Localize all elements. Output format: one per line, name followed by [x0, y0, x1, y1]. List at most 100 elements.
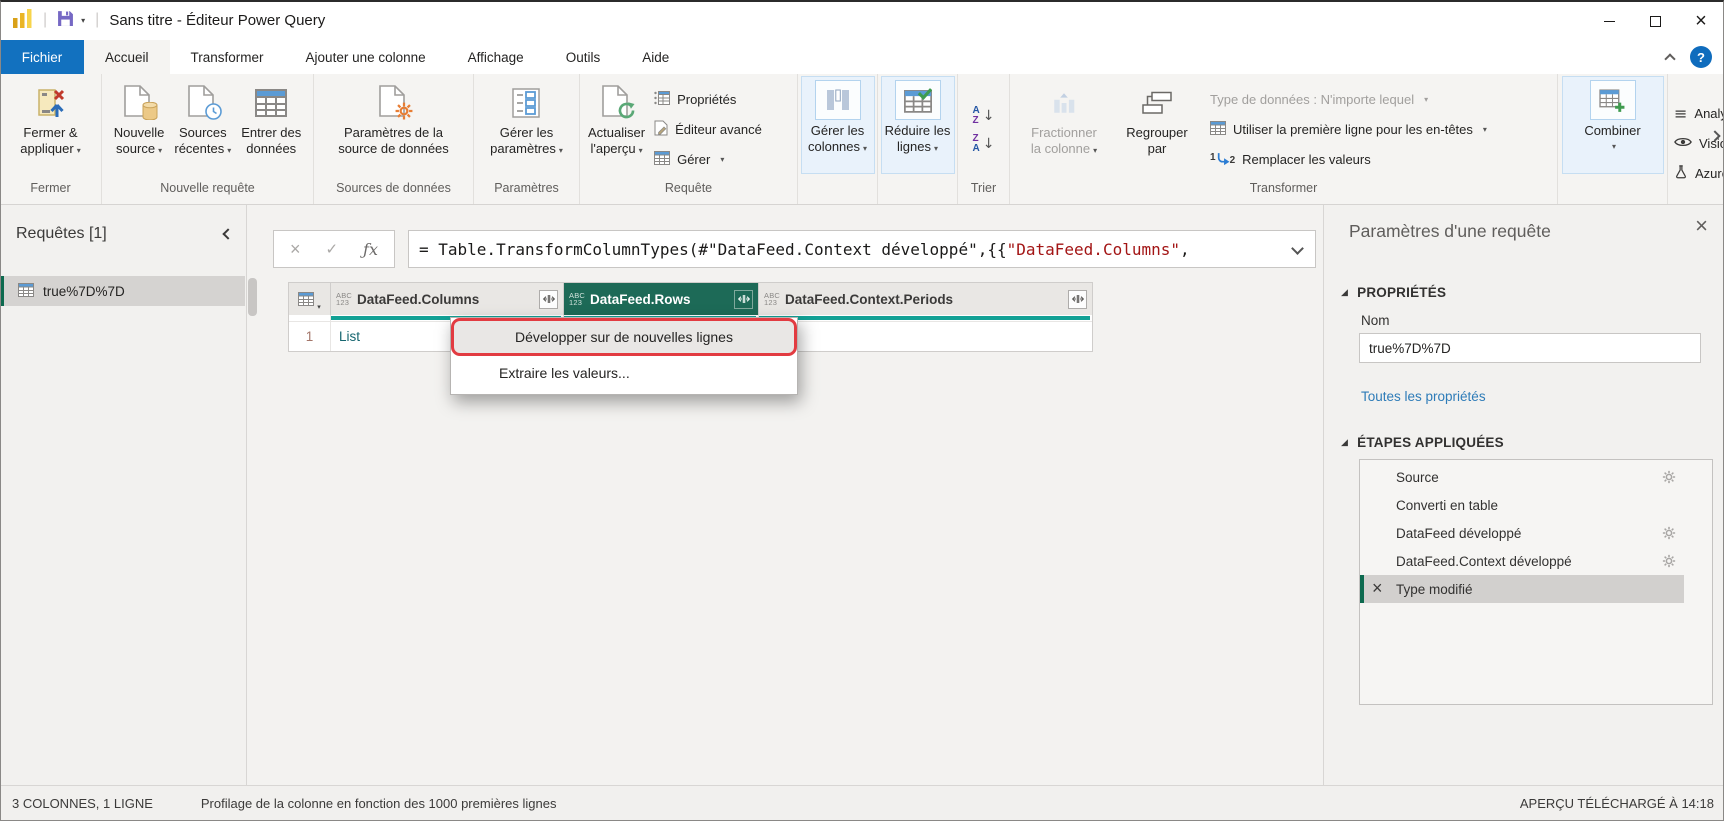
- column-header-datafeed-rows-selected[interactable]: ABC123 DataFeed.Rows: [564, 283, 759, 315]
- quick-access-caret-icon[interactable]: ▾: [81, 16, 85, 25]
- gear-icon[interactable]: [1662, 470, 1676, 487]
- combine-button[interactable]: Combiner ▾: [1562, 76, 1664, 174]
- group-label-sources-de-donnees: Sources de données: [314, 178, 473, 204]
- column-header-datafeed-columns[interactable]: ABC123 DataFeed.Columns: [331, 283, 564, 315]
- collapse-panel-icon[interactable]: [222, 228, 233, 239]
- fx-icon: ƒx: [363, 240, 378, 259]
- recent-sources-button[interactable]: Sources récentes▾: [169, 78, 236, 174]
- step-converted-to-table[interactable]: Converti en table: [1360, 491, 1684, 519]
- expand-context-menu: Développer sur de nouvelles lignes Extra…: [450, 317, 798, 395]
- ribbon-group-transformer: Fractionner la colonne▾ Regrouper par Ty…: [1010, 74, 1558, 204]
- ribbon-group-parametres: Gérer les paramètres▾ Paramètres: [474, 74, 580, 204]
- tab-ajouter-une-colonne[interactable]: Ajouter une colonne: [285, 40, 447, 74]
- split-column-button[interactable]: Fractionner la colonne▾: [1018, 78, 1110, 174]
- step-changed-type-selected[interactable]: × Type modifié: [1360, 575, 1684, 603]
- select-all-cell[interactable]: ▾: [289, 283, 331, 315]
- sort-ascending-button[interactable]: AZ ↓: [963, 102, 1005, 130]
- applied-steps-list: Source Converti en table DataFeed dévelo…: [1359, 459, 1713, 705]
- step-datafeed-expanded[interactable]: DataFeed développé: [1360, 519, 1684, 547]
- expand-column-icon[interactable]: [539, 290, 558, 309]
- dropdown-caret-icon: ▾: [863, 144, 867, 153]
- reduce-rows-button[interactable]: Réduire les lignes▾: [881, 76, 955, 174]
- delete-step-icon[interactable]: ×: [1372, 579, 1383, 597]
- new-source-button[interactable]: Nouvelle source▾: [109, 78, 170, 174]
- refresh-preview-button[interactable]: Actualiser l'aperçu▾: [583, 78, 650, 174]
- gear-icon[interactable]: [1662, 526, 1676, 543]
- step-datafeed-context-expanded[interactable]: DataFeed.Context développé: [1360, 547, 1684, 575]
- collapse-triangle-icon: ◢: [1341, 288, 1348, 298]
- row-index[interactable]: 1: [289, 322, 331, 351]
- cancel-formula-icon[interactable]: ×: [290, 239, 301, 260]
- manage-columns-icon: [815, 80, 861, 120]
- group-label-fermer: Fermer: [0, 178, 101, 204]
- expand-column-icon[interactable]: [1068, 290, 1087, 309]
- ribbon-group-combiner: Combiner ▾: [1558, 74, 1668, 204]
- tab-fichier[interactable]: Fichier: [0, 40, 84, 74]
- replace-values-button[interactable]: 12 Remplacer les valeurs: [1210, 144, 1487, 174]
- sort-za-icon: ZA: [973, 134, 980, 154]
- tab-outils[interactable]: Outils: [545, 40, 622, 74]
- applied-steps-section-header[interactable]: ◢ ÉTAPES APPLIQUÉES: [1341, 435, 1504, 450]
- query-list-item[interactable]: true%7D%7D: [0, 276, 245, 306]
- data-type-button[interactable]: Type de données : N'importe lequel ▾: [1210, 84, 1487, 114]
- step-source[interactable]: Source: [1360, 463, 1684, 491]
- data-type-any-icon[interactable]: ABC123: [764, 292, 780, 307]
- close-button[interactable]: ×: [1678, 2, 1724, 40]
- close-panel-icon[interactable]: ×: [1695, 215, 1708, 237]
- manage-query-button[interactable]: Gérer ▾: [654, 144, 762, 174]
- group-label-nouvelle-requete: Nouvelle requête: [102, 178, 313, 204]
- all-properties-link[interactable]: Toutes les propriétés: [1361, 389, 1486, 404]
- dropdown-caret-icon: ▾: [1612, 142, 1616, 151]
- expand-column-icon[interactable]: [734, 290, 753, 309]
- status-preview-downloaded: APERÇU TÉLÉCHARGÉ À 14:18: [1520, 796, 1714, 811]
- ribbon: Fermer & appliquer▾ Fermer Nouvelle sour…: [0, 74, 1724, 205]
- cell-list-link[interactable]: List: [759, 322, 1092, 351]
- text-analytics-button[interactable]: ≡ Analyse de texte: [1674, 98, 1724, 128]
- properties-section-header[interactable]: ◢ PROPRIÉTÉS: [1341, 285, 1446, 300]
- formula-buttons: × ✓ ƒx: [273, 230, 395, 268]
- help-icon[interactable]: ?: [1690, 46, 1712, 68]
- column-header-datafeed-context-periods[interactable]: ABC123 DataFeed.Context.Periods: [759, 283, 1092, 315]
- recent-sources-icon: [188, 81, 218, 125]
- query-name-input[interactable]: [1359, 333, 1701, 363]
- collapse-ribbon-icon[interactable]: [1664, 53, 1675, 64]
- group-label-transformer: Transformer: [1010, 178, 1557, 204]
- window-title: Sans titre - Éditeur Power Query: [109, 12, 325, 29]
- title-bar: | ▾ | Sans titre - Éditeur Power Query ×: [0, 0, 1724, 40]
- properties-button[interactable]: Propriétés: [654, 84, 762, 114]
- data-type-any-icon[interactable]: ABC123: [336, 292, 352, 307]
- status-profiling-info[interactable]: Profilage de la colonne en fonction des …: [201, 796, 557, 811]
- save-icon[interactable]: [57, 10, 74, 30]
- azure-ml-button[interactable]: Azure Machine Learning: [1674, 158, 1724, 188]
- advanced-editor-button[interactable]: Éditeur avancé: [654, 114, 762, 144]
- formula-code: = Table.TransformColumnTypes(#"DataFeed.…: [419, 240, 1007, 259]
- maximize-button[interactable]: [1632, 2, 1678, 40]
- ribbon-group-gerer-colonnes: Gérer les colonnes▾: [798, 74, 878, 204]
- minimize-icon: [1604, 21, 1615, 22]
- tab-affichage[interactable]: Affichage: [447, 40, 545, 74]
- manage-columns-button[interactable]: Gérer les colonnes▾: [801, 76, 875, 174]
- manage-parameters-button[interactable]: Gérer les paramètres▾: [485, 78, 568, 174]
- tab-aide[interactable]: Aide: [621, 40, 690, 74]
- close-apply-button[interactable]: Fermer & appliquer▾: [15, 78, 86, 174]
- menu-item-expand-to-new-rows[interactable]: Développer sur de nouvelles lignes: [451, 318, 797, 356]
- data-source-settings-button[interactable]: Paramètres de la source de données: [333, 78, 454, 174]
- ribbon-tab-row: Fichier Accueil Transformer Ajouter une …: [0, 40, 1724, 74]
- use-first-row-as-headers-button[interactable]: Utiliser la première ligne pour les en-t…: [1210, 114, 1487, 144]
- commit-formula-icon[interactable]: ✓: [325, 240, 338, 258]
- tab-transformer[interactable]: Transformer: [170, 40, 285, 74]
- down-arrow-icon: ↓: [983, 108, 995, 124]
- dropdown-caret-icon: ▾: [559, 146, 563, 155]
- menu-item-extract-values[interactable]: Extraire les valeurs...: [451, 356, 797, 389]
- gear-icon[interactable]: [1662, 554, 1676, 571]
- data-type-any-icon[interactable]: ABC123: [569, 292, 585, 307]
- enter-data-button[interactable]: Entrer des données: [236, 78, 306, 174]
- formula-input[interactable]: = Table.TransformColumnTypes(#"DataFeed.…: [408, 230, 1316, 268]
- status-bar: 3 COLONNES, 1 LIGNE Profilage de la colo…: [0, 785, 1724, 821]
- ribbon-group-requete: Actualiser l'aperçu▾ Propriétés Éditeur …: [580, 74, 798, 204]
- group-by-button[interactable]: Regrouper par: [1116, 78, 1198, 174]
- sort-descending-button[interactable]: ZA ↓: [963, 130, 1005, 158]
- minimize-button[interactable]: [1586, 2, 1632, 40]
- vertical-scrollbar-thumb[interactable]: [248, 278, 257, 316]
- tab-accueil[interactable]: Accueil: [84, 40, 170, 74]
